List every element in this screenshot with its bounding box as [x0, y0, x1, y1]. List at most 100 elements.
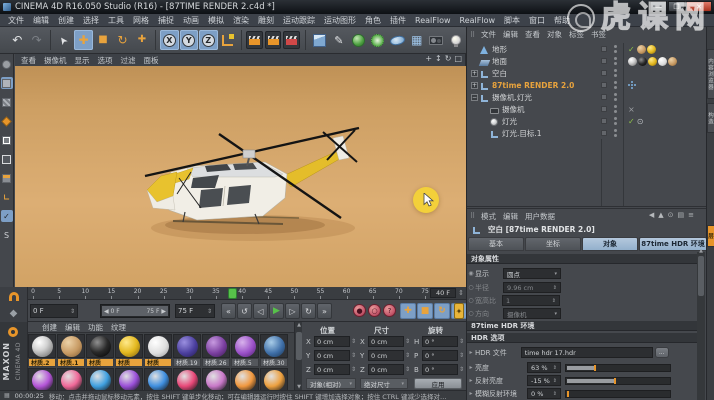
snap-magnet-button[interactable] — [2, 288, 26, 304]
material-item[interactable]: 材质 — [115, 334, 144, 367]
last-tool-button[interactable]: ✚ — [133, 30, 151, 50]
texture-mode-button[interactable] — [1, 96, 13, 108]
coord-mode-dropdown[interactable]: 绝对尺寸▾ — [360, 378, 408, 389]
material-scrollbar[interactable]: ▲ ▼ — [294, 322, 302, 390]
layer-toggle[interactable] — [601, 130, 607, 136]
layer-toggle[interactable] — [601, 106, 607, 112]
expand-toggle[interactable]: + — [471, 70, 478, 77]
om-menu-2[interactable]: 查看 — [525, 29, 540, 40]
redo-button[interactable]: ↷ — [27, 30, 45, 50]
minimize-button[interactable]: — — [650, 1, 667, 12]
viewport[interactable]: 查看摄像机显示选项过滤面板 + ↕ ↻ □ — [15, 54, 466, 287]
scrollbar-thumb[interactable] — [698, 256, 704, 296]
display-dropdown[interactable]: 圆点▾ — [503, 268, 561, 279]
visibility-dots[interactable] — [614, 129, 617, 137]
layer-toggle[interactable] — [601, 58, 607, 64]
expander-icon[interactable]: ▸ — [467, 349, 475, 356]
edges-mode-button[interactable] — [1, 153, 13, 165]
menu-13[interactable]: 角色 — [365, 15, 381, 26]
preview-range-slider[interactable]: ◀ 0 F 75 F ▶ — [100, 304, 170, 318]
menu-0[interactable]: 文件 — [8, 15, 24, 26]
end-frame-field[interactable]: 75 F⇕ — [175, 304, 215, 318]
menu-icon[interactable]: ≡ — [688, 211, 694, 219]
attr-menu-2[interactable]: 用户数据 — [525, 211, 555, 222]
key-scale-button[interactable]: ■ — [417, 303, 433, 319]
previous-frame-button[interactable]: ◁ — [253, 303, 268, 319]
menu-17[interactable]: 脚本 — [504, 15, 520, 26]
add-deformer-button[interactable] — [369, 30, 387, 50]
material-tag-icon[interactable] — [637, 45, 646, 54]
material-tag-icon[interactable] — [648, 57, 657, 66]
zoom-view-icon[interactable]: ↕ — [435, 54, 442, 63]
key-rotation-button[interactable]: ↻ — [434, 303, 450, 319]
hdr-file-field[interactable]: time hdr 17.hdr — [521, 347, 653, 358]
make-editable-button[interactable] — [1, 58, 13, 70]
viewport-menu-2[interactable]: 显示 — [75, 55, 90, 66]
tab-坐标[interactable]: 坐标 — [525, 237, 581, 251]
menu-10[interactable]: 雕刻 — [258, 15, 274, 26]
spinner-icon[interactable]: ⇕ — [459, 338, 464, 345]
live-selection-button[interactable]: ➤ — [55, 30, 73, 50]
play-forward-button[interactable]: ▶ — [269, 303, 284, 319]
workplane-mode-button[interactable] — [1, 115, 13, 127]
slider-handle[interactable] — [614, 378, 616, 384]
history-back-icon[interactable]: ◀ — [649, 211, 654, 219]
material-item[interactable]: 材质.30 — [260, 334, 289, 367]
menu-2[interactable]: 创建 — [58, 15, 74, 26]
material-item[interactable] — [115, 368, 144, 390]
viewport-menu-5[interactable]: 面板 — [144, 55, 159, 66]
tree-row-3[interactable]: +87time RENDER 2.0 — [467, 79, 706, 91]
旋转-H-field[interactable]: 0 ° — [422, 336, 458, 347]
frame-spinner[interactable]: ⇕ — [458, 289, 464, 297]
apply-button[interactable]: 应用 — [414, 378, 462, 389]
menu-8[interactable]: 模拟 — [208, 15, 224, 26]
tree-row-6[interactable]: +灯光✓⊙ — [467, 115, 706, 127]
layer-toggle[interactable] — [601, 46, 607, 52]
add-spline-button[interactable]: ✎ — [330, 30, 348, 50]
materials-menu-2[interactable]: 功能 — [88, 322, 103, 333]
material-tag-icon[interactable] — [628, 57, 637, 66]
material-item[interactable] — [231, 368, 260, 390]
menu-16[interactable]: RealFlow — [460, 16, 496, 25]
material-tag-icon[interactable] — [658, 57, 667, 66]
side-tab-1[interactable]: 构造 — [707, 103, 714, 133]
尺寸-Z-field[interactable]: 0 cm — [368, 364, 404, 375]
autokeying-button[interactable]: ○ — [368, 304, 381, 317]
material-item[interactable]: 材质.5 — [231, 334, 260, 367]
layer-toggle[interactable] — [601, 82, 607, 88]
om-menu-0[interactable]: 文件 — [481, 29, 496, 40]
menu-15[interactable]: RealFlow — [415, 16, 451, 25]
tree-row-1[interactable]: +地面 — [467, 55, 706, 67]
disabled-cross-icon[interactable]: × — [628, 105, 635, 114]
tree-row-2[interactable]: +空白 — [467, 67, 706, 79]
spinner-icon[interactable]: ⇕ — [459, 352, 464, 359]
material-item[interactable]: 材质.1 — [57, 334, 86, 367]
layer-toggle[interactable] — [601, 70, 607, 76]
lock-z-axis-button[interactable]: Z — [199, 30, 217, 50]
menu-11[interactable]: 运动跟踪 — [283, 15, 315, 26]
lock-y-axis-button[interactable]: Y — [180, 30, 198, 50]
om-menu-1[interactable]: 编辑 — [503, 29, 518, 40]
material-item[interactable] — [173, 368, 202, 390]
material-item[interactable]: 材质.19 — [173, 334, 202, 367]
add-environment-button[interactable]: ▦ — [408, 30, 426, 50]
model-mode-button[interactable] — [1, 77, 13, 89]
menu-1[interactable]: 编辑 — [33, 15, 49, 26]
menu-12[interactable]: 运动图形 — [324, 15, 356, 26]
close-button[interactable]: ✕ — [686, 1, 712, 12]
loop-button[interactable]: ↻ — [301, 303, 316, 319]
layer-toggle[interactable] — [601, 94, 607, 100]
slider-handle[interactable] — [594, 365, 596, 371]
material-tag-icon[interactable] — [647, 45, 656, 54]
expander-icon[interactable]: ▸ — [467, 364, 475, 371]
attr-menu-1[interactable]: 编辑 — [503, 211, 518, 222]
位置-X-field[interactable]: 0 cm — [314, 336, 350, 347]
render-view-button[interactable] — [246, 31, 263, 49]
points-mode-button[interactable] — [1, 134, 13, 146]
pan-view-icon[interactable]: + — [425, 54, 432, 63]
menu-18[interactable]: 窗口 — [529, 15, 545, 26]
material-item[interactable] — [144, 368, 173, 390]
menu-4[interactable]: 工具 — [108, 15, 124, 26]
spinner-icon[interactable]: ⇕ — [405, 338, 410, 345]
side-tab-0[interactable]: 内容浏览器 — [707, 49, 714, 99]
